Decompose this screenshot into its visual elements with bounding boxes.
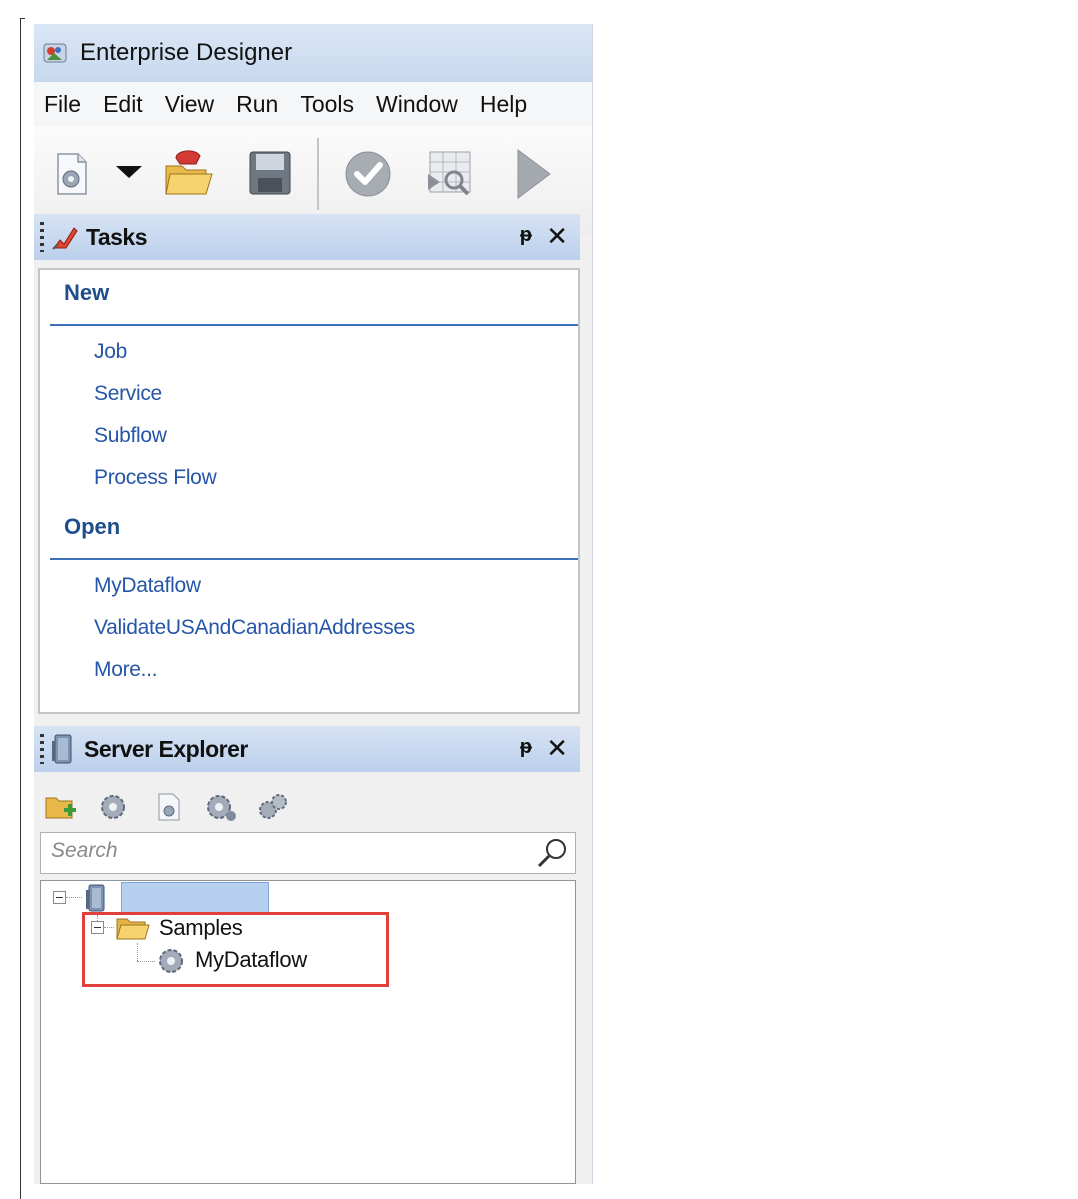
- task-link-subflow[interactable]: Subflow: [94, 424, 167, 448]
- enterprise-designer-window: Enterprise Designer File Edit View Run T…: [34, 24, 593, 1184]
- tree-connector: [66, 897, 82, 899]
- task-link-job[interactable]: Job: [94, 340, 127, 364]
- section-open-title: Open: [64, 514, 121, 539]
- page-left-rule: [20, 18, 21, 1199]
- server-explorer-toolbar: [38, 782, 580, 832]
- menu-tools[interactable]: Tools: [300, 91, 354, 118]
- search-icon[interactable]: [535, 835, 571, 871]
- save-icon[interactable]: [246, 144, 294, 200]
- server-node-icon: [85, 883, 109, 913]
- section-new-title: New: [64, 280, 110, 305]
- inspect-icon[interactable]: [424, 144, 476, 200]
- title-bar[interactable]: Enterprise Designer: [34, 24, 592, 82]
- tasks-panel-header[interactable]: Tasks ᵽ ✕: [34, 214, 580, 260]
- menu-run[interactable]: Run: [236, 91, 278, 118]
- pin-icon[interactable]: ᵽ: [520, 224, 532, 247]
- close-icon[interactable]: ✕: [546, 221, 568, 252]
- grip-icon[interactable]: [40, 222, 44, 252]
- run-icon[interactable]: [510, 144, 556, 200]
- toolbar-separator: [317, 138, 319, 210]
- task-link-process-flow[interactable]: Process Flow: [94, 466, 217, 490]
- close-icon[interactable]: ✕: [546, 733, 568, 764]
- menu-help[interactable]: Help: [480, 91, 527, 118]
- menu-bar: File Edit View Run Tools Window Help: [34, 82, 592, 126]
- process-flow-icon[interactable]: [256, 790, 290, 824]
- tasks-icon: [50, 222, 80, 252]
- server-icon: [50, 733, 76, 765]
- new-dataflow-icon[interactable]: [52, 144, 92, 200]
- task-link-more[interactable]: More...: [94, 658, 158, 682]
- highlight-annotation: [82, 912, 389, 987]
- server-explorer-header[interactable]: Server Explorer ᵽ ✕: [34, 726, 580, 772]
- task-link-validate-addresses[interactable]: ValidateUSAndCanadianAddresses: [94, 616, 415, 640]
- job-icon[interactable]: [96, 790, 130, 824]
- service-icon[interactable]: [152, 790, 186, 824]
- task-link-mydataflow[interactable]: MyDataflow: [94, 574, 201, 598]
- grip-icon[interactable]: [40, 734, 44, 764]
- section-divider: [50, 558, 578, 560]
- dropdown-arrow-icon[interactable]: [114, 144, 144, 200]
- pin-icon[interactable]: ᵽ: [520, 736, 532, 759]
- tasks-panel-title: Tasks: [86, 223, 148, 250]
- menu-edit[interactable]: Edit: [103, 91, 143, 118]
- tree-server-node-selected[interactable]: [121, 882, 269, 914]
- window-title: Enterprise Designer: [80, 39, 293, 66]
- search-input[interactable]: Search: [40, 832, 576, 874]
- tasks-panel-body: New Job Service Subflow Process Flow Ope…: [38, 268, 580, 714]
- menu-file[interactable]: File: [44, 91, 81, 118]
- menu-window[interactable]: Window: [376, 91, 458, 118]
- validate-icon[interactable]: [342, 144, 394, 200]
- search-placeholder: Search: [51, 839, 118, 862]
- server-explorer-title: Server Explorer: [84, 735, 248, 762]
- section-divider: [50, 324, 578, 326]
- page-corner-mark: [20, 18, 25, 19]
- app-icon: [42, 41, 68, 65]
- subflow-icon[interactable]: [204, 790, 238, 824]
- task-link-service[interactable]: Service: [94, 382, 162, 406]
- new-folder-icon[interactable]: [44, 790, 78, 824]
- collapse-icon[interactable]: [53, 891, 66, 904]
- menu-view[interactable]: View: [165, 91, 214, 118]
- open-folder-icon[interactable]: [162, 144, 216, 200]
